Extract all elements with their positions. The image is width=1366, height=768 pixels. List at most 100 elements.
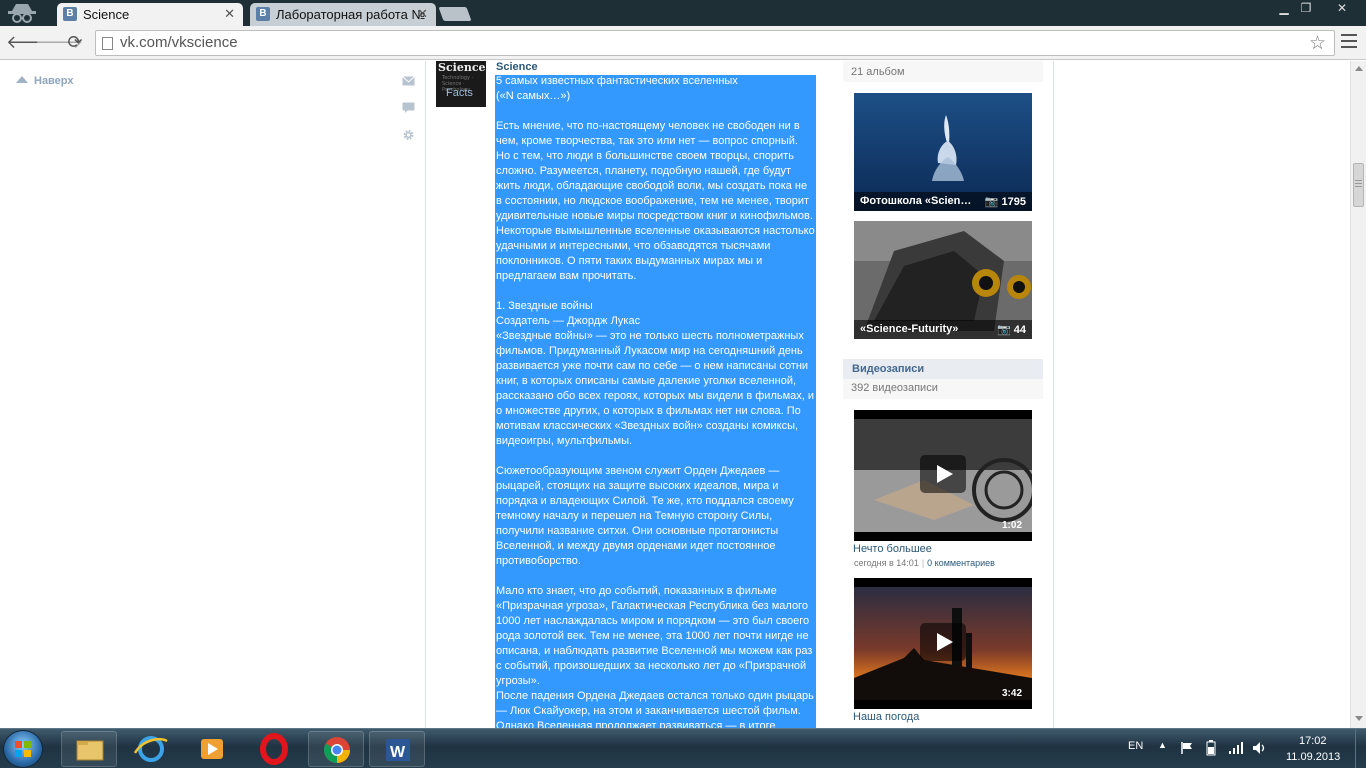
post-line: «Звездные войны» — это не только шесть п… — [496, 330, 804, 342]
post-line: Мало кто знает, что до событий, показанн… — [496, 585, 777, 597]
clock-time[interactable]: 17:02 — [1299, 735, 1327, 747]
taskbar-opera[interactable] — [246, 731, 302, 767]
post-line: чем, кроме творчества, так это или нет —… — [496, 135, 798, 147]
tab-label: Лабораторная работа № — [276, 7, 426, 22]
post-line: Но с тем, что люди в большинстве своем т… — [496, 150, 794, 162]
post-line: 1000 лет наслаждалась миром и порядком —… — [496, 615, 810, 627]
video-meta: сегодня в 14:01 | 0 комментариев — [854, 558, 995, 568]
taskbar-chrome[interactable] — [308, 731, 364, 767]
taskbar-internet-explorer[interactable] — [123, 731, 179, 767]
post-line: противоборство. — [496, 555, 581, 567]
post-line: жить люди, обладающие свободой воли, мы … — [496, 180, 808, 192]
albums-count[interactable]: 21 альбом — [843, 61, 1043, 82]
forward-button[interactable]: 🡒 — [35, 32, 83, 54]
tab-science[interactable]: B Science ✕ — [57, 3, 243, 26]
post-line: — Люк Скайуокер, на этом и заканчивается… — [496, 705, 801, 717]
content-border — [425, 61, 426, 728]
videos-header[interactable]: Видеозаписи — [843, 359, 1043, 379]
comment-icon[interactable] — [402, 102, 415, 114]
post-line: порядка и владеющих Силой. Те же, кто по… — [496, 495, 794, 507]
album-count: 📷 44 — [996, 324, 1026, 336]
album-science-futurity[interactable]: «Science-Futurity» 📷 44 — [854, 221, 1032, 339]
video-thumbnail[interactable]: 1:02 — [854, 410, 1032, 541]
post-line: о множестве других, о которых в фильмах … — [496, 405, 801, 417]
svg-text:W: W — [390, 744, 406, 761]
windows-taskbar: W EN ▲ 17:02 11.09.2013 — [0, 728, 1366, 768]
show-desktop-button[interactable] — [1355, 729, 1366, 768]
post-line: угрозы». — [496, 675, 540, 687]
post-line: темному началу и перешел на Темную сторо… — [496, 510, 773, 522]
windows-logo-icon — [15, 741, 32, 758]
post-line: удачными и интересными, что обзаводятся … — [496, 240, 771, 252]
post-line: фильмов. Придуманный Лукасом мир на сего… — [496, 345, 803, 357]
incognito-icon — [8, 4, 36, 23]
language-indicator[interactable]: EN — [1128, 740, 1143, 752]
close-tab-icon[interactable]: ✕ — [224, 6, 235, 22]
vk-favicon-icon: B — [63, 7, 77, 21]
community-avatar[interactable]: Science Technology · Science · Psycholog… — [436, 61, 486, 107]
clock-date[interactable]: 11.09.2013 — [1286, 751, 1340, 763]
battery-icon[interactable] — [1204, 740, 1218, 756]
tab-lab-work[interactable]: B Лабораторная работа № ✕ — [250, 3, 436, 26]
taskbar-word[interactable]: W — [369, 731, 425, 767]
post-line: получили название ситхи. Они основные пр… — [496, 525, 779, 537]
taskbar-media-player[interactable] — [184, 731, 240, 767]
scrollbar-thumb[interactable] — [1353, 163, 1364, 207]
start-button[interactable] — [3, 730, 43, 768]
post-line: развивается уже почти сам по себе — о не… — [496, 360, 809, 372]
album-photoschool[interactable]: Фотошкола «Scien… 📷 1795 — [854, 93, 1032, 211]
post-line: Создатель — Джордж Лукас — [496, 315, 641, 327]
arrow-up-icon — [16, 76, 28, 83]
post-line: Некоторые вымышленные вселенные оказываю… — [496, 225, 815, 237]
play-icon[interactable] — [920, 623, 966, 661]
post-line: предлагаем вам прочитать. — [496, 270, 637, 282]
menu-icon[interactable] — [1341, 34, 1357, 50]
post-line: сложно. Разумеется, планету, подобную на… — [496, 165, 792, 177]
post-line: книг, в которых описаны самые далекие уг… — [496, 375, 797, 387]
folder-icon — [76, 740, 104, 761]
post-line: («N самых…») — [496, 90, 571, 102]
action-center-flag-icon[interactable] — [1180, 741, 1194, 755]
page-scrollbar[interactable] — [1350, 61, 1366, 728]
close-tab-icon[interactable]: ✕ — [417, 6, 428, 22]
back-button[interactable]: 🡐 — [6, 32, 54, 54]
video-thumbnail[interactable]: 3:42 — [854, 578, 1032, 709]
video-date: сегодня в 14:01 — [854, 558, 919, 568]
url-text[interactable]: vk.com/vkscience — [120, 34, 238, 51]
post-line: 1. Звездные войны — [496, 300, 593, 312]
tab-label: Science — [83, 7, 130, 22]
videos-count[interactable]: 392 видеозаписи — [843, 379, 1043, 399]
gear-icon[interactable] — [402, 129, 415, 141]
envelope-icon[interactable] — [402, 75, 415, 87]
bookmark-star-icon[interactable]: ☆ — [1309, 32, 1326, 54]
video-comments-link[interactable]: 0 комментариев — [927, 558, 995, 568]
play-icon[interactable] — [920, 455, 966, 493]
post-line: Однако Вселенная продолжает развиваться … — [496, 720, 776, 728]
post-line: рода золотой век. Тем не менее, эта 1000… — [496, 630, 809, 642]
restore-button[interactable]: ❐ — [1292, 0, 1320, 18]
taskbar-explorer[interactable] — [61, 731, 117, 767]
address-bar[interactable]: vk.com/vkscience ☆ — [95, 30, 1335, 56]
post-line: Вселенной, и между двумя орденами идет п… — [496, 540, 776, 552]
post-line: поклонников. О пяти таких выдуманных мир… — [496, 255, 763, 267]
post-text-selected[interactable]: 5 самых известных фантастических вселенн… — [495, 75, 816, 728]
new-tab-button[interactable] — [438, 7, 472, 21]
post-line: рассказано обо всех героях, которых мы в… — [496, 390, 815, 402]
post-author[interactable]: Science — [496, 61, 538, 73]
close-window-button[interactable]: ✕ — [1325, 0, 1359, 18]
post-line: «Призрачная угроза», Галактическая Респу… — [496, 600, 808, 612]
network-icon[interactable] — [1228, 741, 1244, 755]
post-line: в состоянии, но людское воображение, тем… — [496, 195, 810, 207]
post-line: Есть мнение, что по-настоящему человек н… — [496, 120, 800, 132]
show-hidden-icons-icon[interactable]: ▲ — [1158, 740, 1167, 750]
video-duration: 3:42 — [1001, 688, 1022, 699]
media-player-icon — [201, 739, 223, 759]
scroll-up-link[interactable]: Наверх — [16, 75, 74, 87]
video-title[interactable]: Наша погода — [853, 711, 919, 723]
scroll-down-arrow-icon[interactable] — [1355, 716, 1363, 721]
video-title[interactable]: Нечто большее — [853, 543, 932, 555]
reload-button[interactable]: ⟳ — [64, 32, 86, 54]
scroll-up-arrow-icon[interactable] — [1355, 66, 1363, 71]
volume-icon[interactable] — [1252, 740, 1268, 756]
video-duration: 1:02 — [1001, 520, 1022, 531]
